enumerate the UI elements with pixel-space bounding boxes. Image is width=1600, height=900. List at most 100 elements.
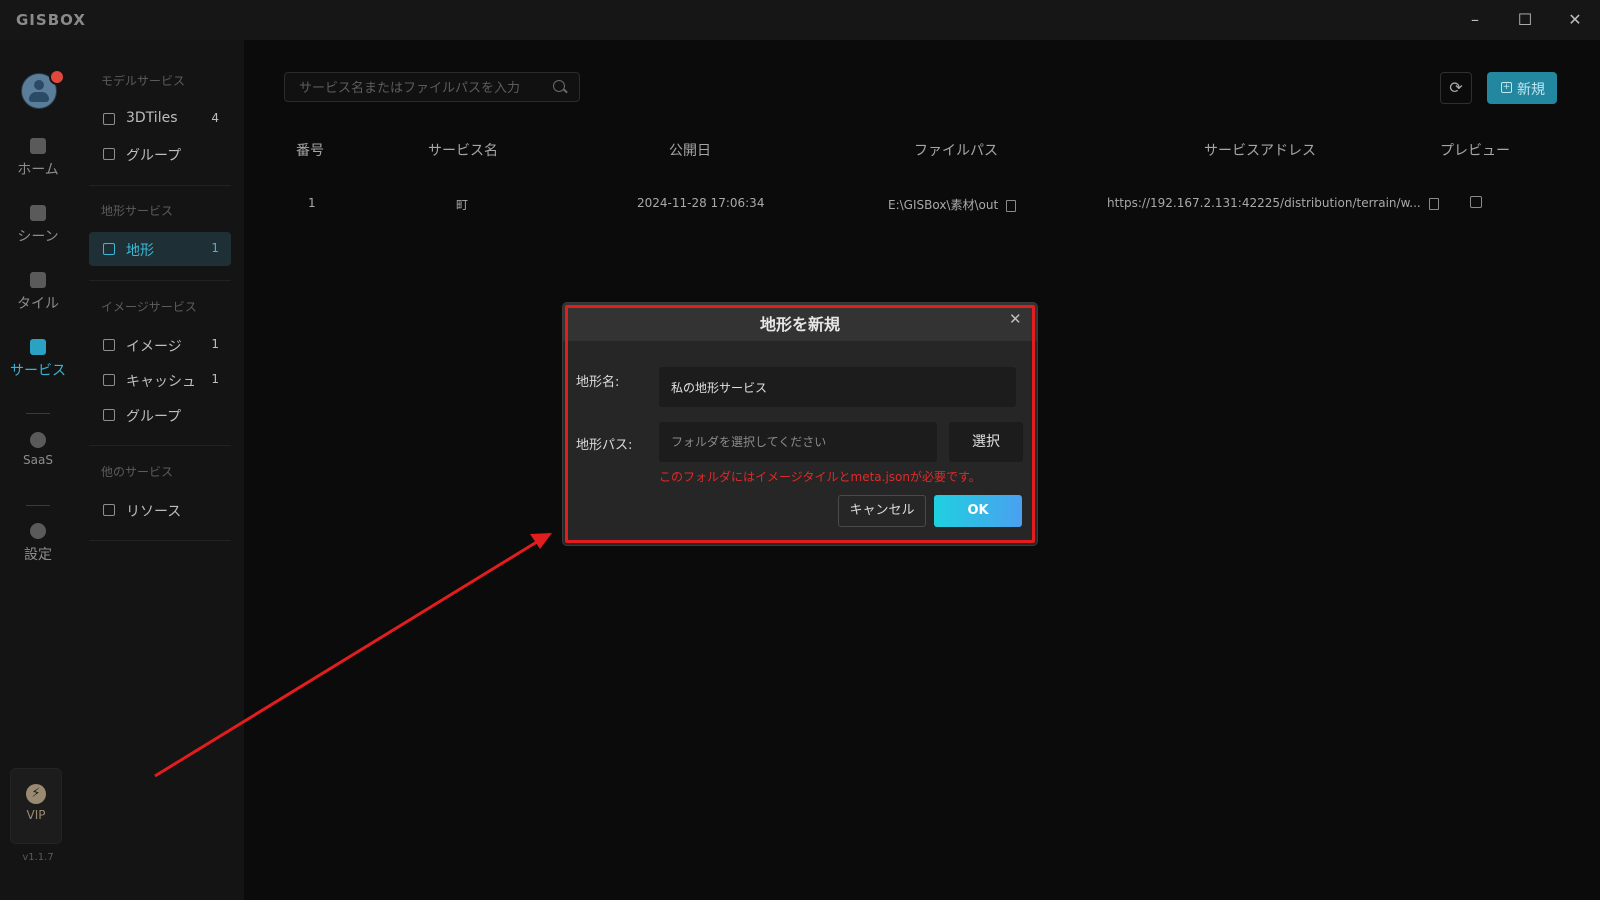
search-input[interactable] <box>297 77 541 99</box>
service-icon <box>30 339 46 355</box>
new-service-button[interactable]: + 新規 <box>1487 72 1557 104</box>
rail-item-label: シーン <box>17 229 59 245</box>
nav-item-count: 1 <box>211 337 219 351</box>
group-icon <box>103 148 115 160</box>
scene-icon <box>30 205 46 221</box>
notification-badge <box>49 69 65 85</box>
path-hint: このフォルダにはイメージタイルとmeta.jsonが必要です。 <box>659 470 981 484</box>
section-title-terrain: 地形サービス <box>101 204 174 218</box>
refresh-button[interactable]: ⟳ <box>1440 72 1472 104</box>
terrain-path-label: 地形パス: <box>576 438 633 453</box>
cell-path: E:\GISBox\素材\out <box>888 196 1017 213</box>
lock-icon <box>30 432 46 448</box>
avatar-shoulder <box>29 92 49 102</box>
nav-item-label: 3DTiles <box>126 110 178 126</box>
rail-item-label: サービス <box>10 363 66 379</box>
search-box[interactable] <box>284 72 580 102</box>
version-label: v1.1.7 <box>22 852 54 863</box>
cell-name: 町 <box>456 198 469 212</box>
nav-item-label: キャッシュ <box>126 374 196 390</box>
section-title-model: モデルサービス <box>101 74 186 88</box>
section-title-other: 他のサービス <box>101 465 174 479</box>
column-header-name: サービス名 <box>428 143 498 159</box>
nav-divider <box>89 185 231 186</box>
nav-item-model-group[interactable]: グループ <box>89 137 231 171</box>
rail-divider <box>26 413 50 414</box>
select-folder-button[interactable]: 選択 <box>949 422 1023 462</box>
rail-divider <box>26 505 50 506</box>
group-icon <box>103 409 115 421</box>
nav-divider <box>89 540 231 541</box>
minimize-button[interactable]: – <box>1463 8 1487 32</box>
cell-address: https://192.167.2.131:42225/distribution… <box>1107 196 1439 210</box>
cell-number: 1 <box>308 196 316 210</box>
new-button-label: 新規 <box>1517 82 1545 98</box>
nav-item-label: グループ <box>126 148 182 164</box>
cell-address-text: https://192.167.2.131:42225/distribution… <box>1107 196 1421 210</box>
nav-item-cache[interactable]: キャッシュ 1 <box>89 363 231 397</box>
close-icon[interactable]: ✕ <box>1009 310 1022 328</box>
nav-divider <box>89 445 231 446</box>
vip-label: VIP <box>26 808 46 822</box>
lightning-icon: ⚡ <box>26 784 46 804</box>
primary-nav: ホーム シーン タイル サービス SaaS 設定 ⚡ VIP v1.1.7 <box>0 40 77 900</box>
new-terrain-dialog: 地形を新規 ✕ 地形名: 地形パス: 選択 このフォルダにはイメージタイルとme… <box>563 303 1037 545</box>
cache-icon <box>103 374 115 386</box>
rail-item-service[interactable]: サービス <box>0 339 76 393</box>
nav-item-label: リソース <box>126 504 182 520</box>
image-icon <box>103 339 115 351</box>
rail-item-settings[interactable]: 設定 <box>0 523 76 577</box>
nav-item-resource[interactable]: リソース <box>89 493 231 527</box>
nav-item-terrain[interactable]: 地形 1 <box>89 232 231 266</box>
rail-item-scene[interactable]: シーン <box>0 205 76 259</box>
copy-icon[interactable] <box>1428 197 1439 210</box>
terrain-path-input[interactable] <box>659 422 937 462</box>
nav-item-count: 1 <box>211 372 219 386</box>
dialog-header: 地形を新規 ✕ <box>563 303 1037 341</box>
close-window-button[interactable]: ✕ <box>1563 8 1587 32</box>
copy-icon[interactable] <box>1006 199 1017 212</box>
nav-item-label: 地形 <box>126 243 154 259</box>
avatar-head <box>34 80 44 90</box>
maximize-button[interactable]: ☐ <box>1513 8 1537 32</box>
nav-item-label: イメージ <box>126 339 182 355</box>
terrain-icon <box>103 243 115 255</box>
column-header-date: 公開日 <box>669 143 711 159</box>
nav-item-image-group[interactable]: グループ <box>89 398 231 432</box>
rail-item-label: 設定 <box>24 547 52 563</box>
nav-item-count: 4 <box>211 111 219 125</box>
secondary-nav: モデルサービス 3DTiles 4 グループ 地形サービス 地形 1 イメージサ… <box>76 40 244 900</box>
rail-item-tile[interactable]: タイル <box>0 272 76 326</box>
nav-item-3dtiles[interactable]: 3DTiles 4 <box>89 102 231 136</box>
column-header-number: 番号 <box>296 143 324 159</box>
dialog-title: 地形を新規 <box>759 315 840 334</box>
app-logo: GISBOX <box>16 11 86 29</box>
section-title-image: イメージサービス <box>101 300 197 314</box>
title-bar: GISBOX – ☐ ✕ <box>0 0 1600 41</box>
terrain-name-label: 地形名: <box>576 375 620 390</box>
plus-icon: + <box>1501 82 1512 93</box>
gear-icon <box>30 523 46 539</box>
column-header-preview: プレビュー <box>1440 143 1510 159</box>
ok-button[interactable]: OK <box>934 495 1022 527</box>
tile-icon <box>30 272 46 288</box>
vip-button[interactable]: ⚡ VIP <box>10 768 62 844</box>
cancel-button[interactable]: キャンセル <box>838 495 926 527</box>
tiles-icon <box>103 113 115 125</box>
rail-item-label: タイル <box>17 296 59 312</box>
nav-divider <box>89 280 231 281</box>
resource-icon <box>103 504 115 516</box>
rail-item-home[interactable]: ホーム <box>0 138 76 192</box>
nav-item-image[interactable]: イメージ 1 <box>89 328 231 362</box>
home-icon <box>30 138 46 154</box>
search-icon[interactable] <box>553 80 565 92</box>
cell-path-text: E:\GISBox\素材\out <box>888 198 999 212</box>
cell-date: 2024-11-28 17:06:34 <box>637 196 765 210</box>
preview-icon[interactable] <box>1470 196 1482 208</box>
terrain-name-input[interactable] <box>659 367 1016 407</box>
rail-item-label: SaaS <box>23 453 53 467</box>
column-header-address: サービスアドレス <box>1204 143 1316 159</box>
rail-item-label: ホーム <box>17 162 59 178</box>
rail-item-saas[interactable]: SaaS <box>0 432 76 486</box>
nav-item-label: グループ <box>126 409 182 425</box>
